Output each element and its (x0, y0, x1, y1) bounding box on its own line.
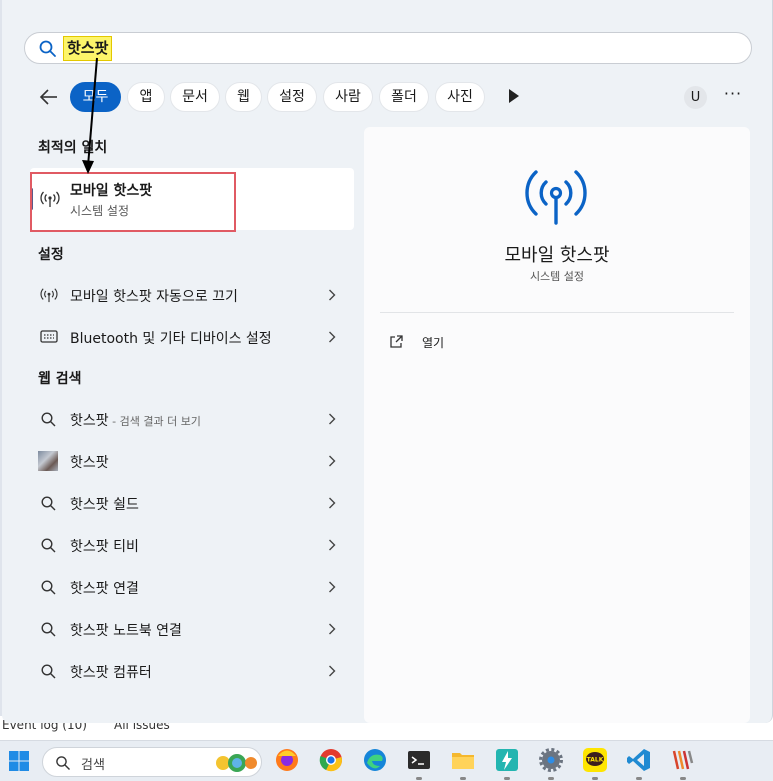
taskbar: 검색 TALK (0, 740, 773, 781)
web-item-label: 핫스팟 쉴드 (70, 497, 139, 513)
chevron-right-icon (329, 289, 336, 301)
chevron-right-icon (329, 497, 336, 509)
web-item-suffix: - 검색 결과 더 보기 (108, 415, 201, 428)
running-indicator (636, 777, 642, 780)
tab-people[interactable]: 사람 (323, 82, 373, 112)
best-match-subtitle: 시스템 설정 (70, 204, 130, 218)
search-icon (41, 622, 56, 637)
running-indicator (548, 777, 554, 780)
chrome-icon[interactable] (318, 747, 344, 773)
settings-item-bluetooth[interactable]: Bluetooth 및 기타 디바이스 설정 (30, 320, 350, 354)
search-icon (41, 664, 56, 679)
running-indicator (416, 777, 422, 780)
devices-icon (40, 330, 58, 343)
best-match-item[interactable]: 모바일 핫스팟 시스템 설정 (30, 168, 354, 232)
search-flyout: 핫스팟 모두 앱 문서 웹 설정 사람 폴더 사진 U ··· 최적의 일치 모… (2, 0, 773, 723)
image-thumbnail (38, 451, 58, 471)
taskbar-search-placeholder: 검색 (81, 758, 105, 773)
search-input[interactable]: 핫스팟 (24, 32, 752, 64)
chevron-right-icon (329, 539, 336, 551)
back-arrow-icon[interactable] (38, 86, 60, 108)
tab-settings[interactable]: 설정 (267, 82, 317, 112)
running-indicator (592, 777, 598, 780)
hotspot-icon (40, 191, 60, 207)
terminal-icon[interactable] (406, 747, 432, 773)
hotspot-icon (40, 288, 58, 303)
web-item-computer[interactable]: 핫스팟 컴퓨터 (30, 654, 350, 688)
running-indicator (460, 777, 466, 780)
running-indicator (504, 777, 510, 780)
tab-web[interactable]: 웹 (225, 82, 262, 112)
web-item-shield[interactable]: 핫스팟 쉴드 (30, 486, 350, 520)
web-item-label: 핫스팟 - 검색 결과 더 보기 (70, 410, 201, 430)
more-filters-icon[interactable] (507, 88, 521, 104)
tab-apps[interactable]: 앱 (127, 82, 165, 112)
divider (380, 312, 734, 313)
settings-item-label: 모바일 핫스팟 자동으로 끄기 (70, 289, 238, 305)
search-icon (41, 538, 56, 553)
more-options-button[interactable]: ··· (720, 86, 746, 108)
open-external-icon (390, 335, 403, 348)
settings-item-hotspot-auto-off[interactable]: 모바일 핫스팟 자동으로 끄기 (30, 278, 350, 312)
search-icon (41, 412, 56, 427)
running-indicator (680, 777, 686, 780)
best-match-name: 모바일 핫스팟 (70, 183, 153, 199)
web-item-image[interactable]: 핫스팟 (30, 444, 350, 478)
windows-start-icon[interactable] (8, 750, 30, 772)
search-icon (56, 756, 70, 770)
web-item-label: 핫스팟 (70, 455, 109, 471)
settings-item-label: Bluetooth 및 기타 디바이스 설정 (70, 331, 272, 347)
flash-app-icon[interactable] (494, 747, 520, 773)
chevron-right-icon (329, 331, 336, 343)
web-item-tv[interactable]: 핫스팟 티비 (30, 528, 350, 562)
file-explorer-icon[interactable] (450, 747, 476, 773)
settings-heading: 설정 (38, 247, 64, 263)
web-item-label: 핫스팟 컴퓨터 (70, 665, 152, 681)
taskbar-search-box[interactable]: 검색 (42, 747, 262, 777)
open-label: 열기 (422, 336, 445, 350)
web-item-label: 핫스팟 연결 (70, 581, 139, 597)
hotspot-icon (525, 170, 587, 225)
vscode-icon[interactable] (626, 747, 652, 773)
web-item-query: 핫스팟 (70, 413, 109, 429)
tab-documents[interactable]: 문서 (170, 82, 220, 112)
chevron-right-icon (329, 665, 336, 677)
best-match-heading: 최적의 일치 (38, 140, 108, 156)
search-query-text[interactable]: 핫스팟 (63, 36, 113, 61)
edge-icon[interactable] (362, 747, 388, 773)
web-search-heading: 웹 검색 (38, 371, 82, 387)
web-item-label: 핫스팟 노트북 연결 (70, 623, 182, 639)
search-icon (39, 40, 56, 57)
web-item-label: 핫스팟 티비 (70, 539, 139, 555)
detail-title: 모바일 핫스팟 (504, 245, 610, 266)
web-item-connect[interactable]: 핫스팟 연결 (30, 570, 350, 604)
settings-icon[interactable] (538, 747, 564, 773)
web-item-laptop[interactable]: 핫스팟 노트북 연결 (30, 612, 350, 646)
chevron-right-icon (329, 413, 336, 425)
detail-pane: 모바일 핫스팟 시스템 설정 열기 (364, 127, 750, 723)
search-highlight-icon (216, 754, 257, 772)
kakaotalk-icon[interactable]: TALK (582, 747, 608, 773)
chevron-right-icon (329, 455, 336, 467)
detail-subtitle: 시스템 설정 (529, 270, 585, 283)
tab-folders[interactable]: 폴더 (379, 82, 429, 112)
avatar[interactable]: U (684, 86, 707, 109)
chevron-right-icon (329, 623, 336, 635)
kakaotalk-label: TALK (587, 757, 604, 764)
firefox-icon[interactable] (274, 747, 300, 773)
wavy-app-icon[interactable] (670, 747, 696, 773)
search-icon (41, 580, 56, 595)
search-icon (41, 496, 56, 511)
tab-all[interactable]: 모두 (70, 82, 121, 112)
chevron-right-icon (329, 581, 336, 593)
tab-photos[interactable]: 사진 (435, 82, 485, 112)
web-item-more-results[interactable]: 핫스팟 - 검색 결과 더 보기 (30, 402, 350, 436)
